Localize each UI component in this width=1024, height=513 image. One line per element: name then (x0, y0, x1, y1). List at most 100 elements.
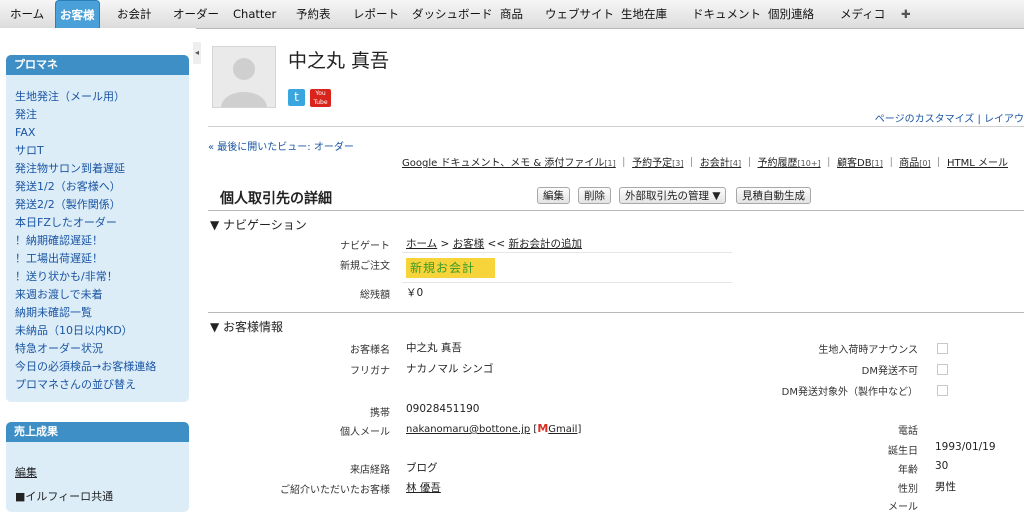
sidebar-link[interactable]: 特急オーダー状況 (6, 340, 189, 358)
sidebar-link[interactable]: 納期未確認一覧 (6, 304, 189, 322)
related-list-links: Google ドキュメント、メモ & 添付ファイル[1] ｜ 予約予定[3] ｜… (402, 158, 1008, 169)
tab-orders[interactable]: オーダー (173, 0, 219, 28)
gmail-icon[interactable]: M (537, 422, 548, 435)
sidebar-link[interactable]: FAX (6, 124, 189, 142)
visit-route-value: ブログ (406, 462, 438, 474)
related-link-reservations[interactable]: 予約予定[3] (632, 158, 683, 169)
field-label: 年齢 (898, 465, 918, 476)
breadcrumb-separator: > (440, 238, 450, 250)
sidebar-link[interactable]: 発送2/2（製作関係） (6, 196, 189, 214)
last-view-link[interactable]: « 最後に開いたビュー: オーダー (208, 138, 354, 153)
gender-value: 男性 (935, 481, 956, 493)
sidebar-link[interactable]: ！送り状かも/非常！ (6, 268, 189, 286)
divider (402, 282, 732, 283)
divider (208, 126, 1024, 127)
tab-fabric-stock[interactable]: 生地在庫 (621, 0, 667, 28)
sidebar-link[interactable]: 発注 (6, 106, 189, 124)
tab-chatter[interactable]: Chatter (233, 0, 276, 28)
twitter-icon[interactable]: t (288, 89, 305, 106)
sidebar-link[interactable]: 本日FZしたオーダー (6, 214, 189, 232)
field-label: メール (888, 502, 918, 513)
related-link-checkout[interactable]: お会計[4] (700, 158, 741, 169)
gmail-link[interactable]: Gmail (548, 424, 577, 435)
main-content: 中之丸 真吾 t You Tube ページのカスタマイズ | レイアウ « 最後… (202, 28, 1024, 513)
sidebar-link[interactable]: 未納品（10日以内KD） (6, 322, 189, 340)
tab-dashboards[interactable]: ダッシュボード (412, 0, 493, 28)
delete-button[interactable]: 削除 (578, 187, 611, 204)
promane-link-list: 生地発注（メール用） 発注 FAX サロT 発注物サロン到着遅延 発送1/2（お… (6, 75, 189, 402)
birthday-value: 1993/01/19 (935, 441, 996, 453)
tab-medico[interactable]: メディコ (840, 0, 885, 28)
sidebar-link[interactable]: 来週お渡しで未着 (6, 286, 189, 304)
sidebar-collapse-icon[interactable]: ◂ (193, 42, 201, 64)
auto-estimate-button[interactable]: 見積自動生成 (736, 187, 811, 204)
youtube-icon[interactable]: You Tube (310, 89, 331, 107)
field-label: 携帯 (370, 408, 390, 419)
navigate-breadcrumb: ホーム > お客様 << 新お会計の追加 (406, 236, 582, 251)
related-link-google-docs[interactable]: Google ドキュメント、メモ & 添付ファイル[1] (402, 158, 616, 169)
sidebar: プロマネ 生地発注（メール用） 発注 FAX サロT 発注物サロン到着遅延 発送… (0, 28, 196, 512)
tab-checkout[interactable]: お会計 (117, 0, 152, 28)
related-link-reservation-history[interactable]: 予約履歴[10+] (758, 158, 821, 169)
tab-customers[interactable]: お客様 (55, 0, 100, 29)
tab-individual-contact[interactable]: 個別連絡 (768, 0, 814, 28)
divider (402, 252, 732, 253)
promane-box-title: プロマネ (6, 55, 189, 75)
field-label: DM発送対象外（製作中など） (781, 387, 918, 398)
field-label: 来店経路 (350, 465, 390, 476)
sidebar-link[interactable]: ！工場出荷遅延！ (6, 250, 189, 268)
tab-home[interactable]: ホーム (10, 0, 44, 28)
sales-edit-link[interactable]: 編集 (6, 464, 37, 482)
sidebar-link[interactable]: 今日の必須検品→お客様連絡 (6, 358, 189, 376)
field-label: フリガナ (350, 366, 390, 377)
related-link-customer-db[interactable]: 顧客DB[1] (837, 158, 883, 169)
field-label: 総残額 (360, 290, 390, 301)
sales-box-title: 売上成果 (6, 422, 189, 442)
manage-external-account-button[interactable]: 外部取引先の管理 ▼ (619, 187, 727, 204)
customer-section-header[interactable]: ▼ お客様情報 (210, 318, 283, 335)
tab-reports[interactable]: レポート (353, 0, 399, 28)
sidebar-link[interactable]: プロマネさんの並び替え (6, 376, 189, 394)
sidebar-link[interactable]: ！納期確認遅延！ (6, 232, 189, 250)
related-link-products[interactable]: 商品[0] (899, 158, 930, 169)
related-link-html-mail[interactable]: HTML メール (947, 158, 1008, 169)
edit-button[interactable]: 編集 (537, 187, 570, 204)
customize-page-link[interactable]: ページのカスタマイズ | レイアウ (875, 110, 1024, 125)
breadcrumb-customer-link[interactable]: お客様 (453, 238, 485, 250)
field-label: 個人メール (340, 427, 390, 438)
breadcrumb-home-link[interactable]: ホーム (406, 238, 437, 250)
page-title: 中之丸 真吾 (288, 50, 390, 72)
tab-website[interactable]: ウェブサイト (545, 0, 614, 28)
field-label: お客様名 (350, 345, 390, 356)
referrer-link[interactable]: 林 優吾 (406, 480, 441, 495)
sidebar-link[interactable]: サロT (6, 142, 189, 160)
furigana-value: ナカノマル シンゴ (406, 363, 494, 375)
navigation-section-header[interactable]: ▼ ナビゲーション (210, 216, 307, 233)
avatar (212, 46, 276, 108)
customer-name-value: 中之丸 真吾 (406, 342, 462, 354)
tab-products[interactable]: 商品 (500, 0, 523, 28)
field-label: DM発送不可 (861, 366, 918, 377)
add-tab-icon[interactable]: ✚ (901, 0, 911, 28)
age-value: 30 (935, 460, 949, 472)
sales-item: ■イルフィーロ共通 (15, 490, 114, 503)
divider (208, 312, 1024, 313)
total-balance-value: ￥0 (406, 287, 424, 299)
field-label: 新規ご注文 (340, 261, 390, 272)
divider (208, 210, 1024, 211)
field-label: ご紹介いただいたお客様 (280, 485, 390, 496)
detail-section-title: 個人取引先の詳細 (220, 191, 332, 207)
sidebar-link[interactable]: 発注物サロン到着遅延 (6, 160, 189, 178)
add-checkout-link[interactable]: 新お会計の追加 (508, 238, 582, 250)
mobile-value: 09028451190 (406, 403, 480, 415)
personal-email-link[interactable]: nakanomaru@bottone.jp (406, 424, 530, 435)
new-checkout-button[interactable]: 新規お会計 (406, 258, 495, 278)
sales-box-body: 編集 ■イルフィーロ共通 (6, 442, 189, 512)
field-label: ナビゲート (340, 241, 390, 252)
sidebar-link[interactable]: 発送1/2（お客様へ） (6, 178, 189, 196)
field-label: 性別 (898, 484, 918, 495)
field-label: 生地入荷時アナウンス (818, 345, 918, 356)
sidebar-link[interactable]: 生地発注（メール用） (6, 88, 189, 106)
tab-documents[interactable]: ドキュメント (692, 0, 761, 28)
tab-reservations[interactable]: 予約表 (296, 0, 331, 28)
